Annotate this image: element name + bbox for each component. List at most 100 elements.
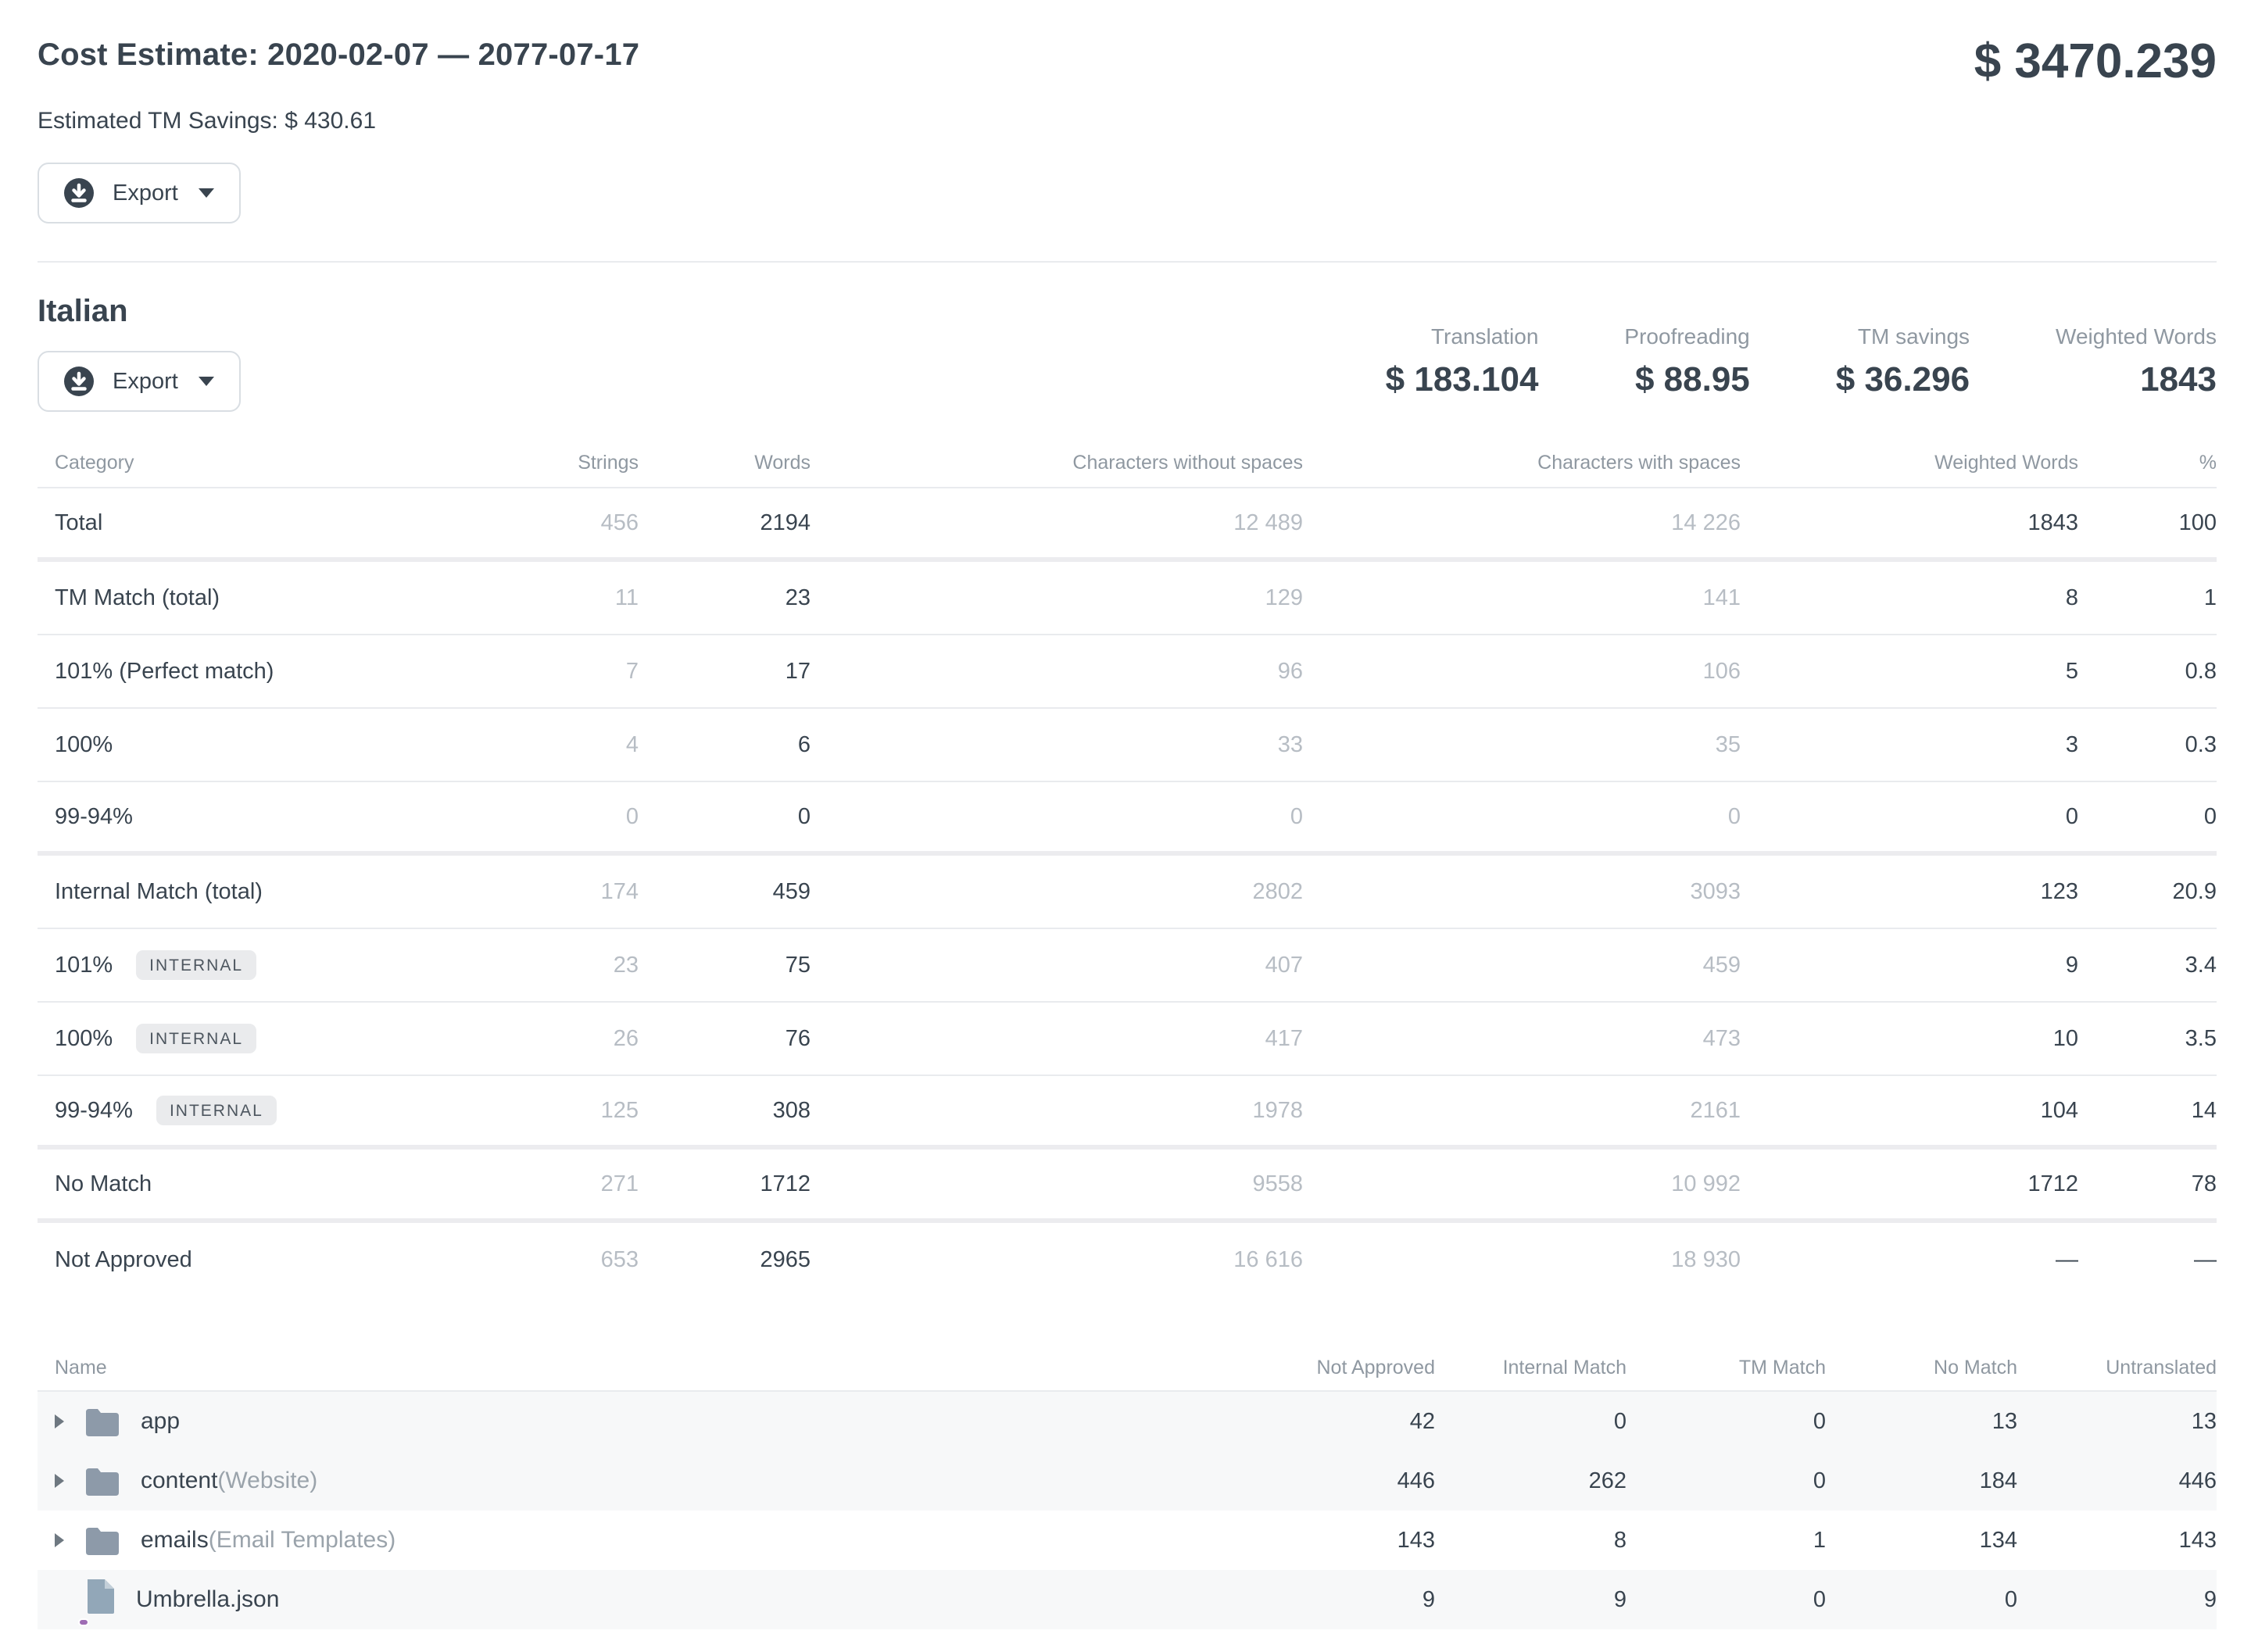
export-button-label: Export bbox=[113, 181, 178, 206]
file-tree-row[interactable]: emails(Email Templates) 143 8 1 134 143 bbox=[38, 1511, 2217, 1570]
strings-value: 11 bbox=[463, 585, 639, 611]
chars-with-spaces-value: 2161 bbox=[1303, 1098, 1741, 1124]
cost-estimate-header: Cost Estimate: 2020-02-07 — 2077-07-17 $… bbox=[38, 38, 2217, 86]
words-value: 2965 bbox=[639, 1247, 811, 1273]
chars-without-spaces-value: 9558 bbox=[811, 1171, 1303, 1197]
category-table-row: 99-94% INTERNAL 125 308 1978 2161 104 14 bbox=[38, 1076, 2217, 1150]
chars-without-spaces-value: 407 bbox=[811, 953, 1303, 978]
words-value: 2194 bbox=[639, 510, 811, 536]
chars-with-spaces-value: 459 bbox=[1303, 953, 1741, 978]
words-value: 23 bbox=[639, 585, 811, 611]
category-table-row: 100% INTERNAL 26 76 417 473 10 3.5 bbox=[38, 1003, 2217, 1076]
json-badge-label bbox=[78, 1618, 89, 1626]
percent-value: 14 bbox=[2078, 1098, 2217, 1124]
column-header-chars-with-spaces: Characters with spaces bbox=[1303, 452, 1741, 474]
chars-without-spaces-value: 129 bbox=[811, 585, 1303, 611]
category-table-row: 100% 4 6 33 35 3 0.3 bbox=[38, 709, 2217, 782]
words-value: 0 bbox=[639, 804, 811, 830]
column-header-chars-without-spaces: Characters without spaces bbox=[811, 452, 1303, 474]
chars-with-spaces-value: 141 bbox=[1303, 585, 1741, 611]
untranslated-value: 9 bbox=[2017, 1587, 2217, 1613]
language-stats: Translation $ 183.104 Proofreading $ 88.… bbox=[1386, 324, 2217, 399]
tm-match-value: 0 bbox=[1627, 1468, 1826, 1494]
percent-value: 0 bbox=[2078, 804, 2217, 830]
no-match-value: 0 bbox=[1826, 1587, 2017, 1613]
weighted-words-value: 1843 bbox=[1741, 510, 2078, 536]
percent-value: 3.4 bbox=[2078, 953, 2217, 978]
chars-without-spaces-value: 12 489 bbox=[811, 510, 1303, 536]
category-table-row: TM Match (total) 11 23 129 141 8 1 bbox=[38, 562, 2217, 635]
category-label: 101% (Perfect match) bbox=[55, 659, 274, 685]
category-label: No Match bbox=[55, 1171, 152, 1197]
category-label: 99-94% bbox=[55, 804, 133, 830]
folder-icon bbox=[84, 1407, 120, 1436]
weighted-words-value: 8 bbox=[1741, 585, 2078, 611]
tree-expander-icon[interactable] bbox=[55, 1474, 64, 1488]
file-name: Umbrella.json bbox=[136, 1586, 279, 1613]
chars-without-spaces-value: 1978 bbox=[811, 1098, 1303, 1124]
json-file-icon bbox=[84, 1578, 116, 1622]
export-button-language[interactable]: Export bbox=[38, 351, 241, 412]
words-value: 459 bbox=[639, 879, 811, 905]
internal-badge: INTERNAL bbox=[136, 950, 256, 980]
file-name: content bbox=[141, 1468, 217, 1494]
internal-match-value: 262 bbox=[1435, 1468, 1627, 1494]
column-header-no-match: No Match bbox=[1826, 1357, 2017, 1379]
internal-badge: INTERNAL bbox=[136, 1024, 256, 1053]
download-icon bbox=[64, 178, 94, 208]
tm-match-value: 1 bbox=[1627, 1528, 1826, 1554]
chars-with-spaces-value: 35 bbox=[1303, 732, 1741, 758]
folder-icon bbox=[84, 1526, 120, 1555]
percent-value: 78 bbox=[2078, 1171, 2217, 1197]
category-table-row: Not Approved 653 2965 16 616 18 930 — — bbox=[38, 1223, 2217, 1296]
stat-proofreading: Proofreading $ 88.95 bbox=[1624, 324, 1749, 399]
language-section-head: Italian Export Translation $ 183.104 Pro… bbox=[38, 294, 2217, 412]
file-tree-row[interactable]: Umbrella.json 9 9 0 0 9 bbox=[38, 1570, 2217, 1629]
untranslated-value: 143 bbox=[2017, 1528, 2217, 1554]
caret-down-icon bbox=[199, 377, 214, 386]
column-header-weighted-words: Weighted Words bbox=[1741, 452, 2078, 474]
chars-without-spaces-value: 417 bbox=[811, 1026, 1303, 1052]
weighted-words-value: 1712 bbox=[1741, 1171, 2078, 1197]
stat-label: Translation bbox=[1386, 324, 1539, 349]
strings-value: 653 bbox=[463, 1247, 639, 1273]
no-match-value: 134 bbox=[1826, 1528, 2017, 1554]
chars-with-spaces-value: 106 bbox=[1303, 659, 1741, 685]
language-title: Italian bbox=[38, 294, 241, 329]
category-label: TM Match (total) bbox=[55, 585, 220, 611]
words-value: 75 bbox=[639, 953, 811, 978]
category-label: 100% bbox=[55, 1026, 113, 1052]
category-table-row: Internal Match (total) 174 459 2802 3093… bbox=[38, 856, 2217, 929]
file-tree-row[interactable]: content(Website) 446 262 0 184 446 bbox=[38, 1451, 2217, 1511]
percent-value: 1 bbox=[2078, 585, 2217, 611]
category-label: 100% bbox=[55, 732, 113, 758]
strings-value: 4 bbox=[463, 732, 639, 758]
category-table-row: Total 456 2194 12 489 14 226 1843 100 bbox=[38, 488, 2217, 562]
tree-expander-icon[interactable] bbox=[55, 1414, 64, 1429]
percent-value: — bbox=[2078, 1247, 2217, 1273]
not-approved-value: 9 bbox=[1244, 1587, 1435, 1613]
not-approved-value: 42 bbox=[1244, 1409, 1435, 1435]
category-table-row: 101% (Perfect match) 7 17 96 106 5 0.8 bbox=[38, 635, 2217, 709]
percent-value: 0.3 bbox=[2078, 732, 2217, 758]
stat-label: TM savings bbox=[1836, 324, 1970, 349]
internal-match-value: 0 bbox=[1435, 1409, 1627, 1435]
stat-value: $ 183.104 bbox=[1386, 360, 1539, 399]
file-tree-row[interactable]: app 42 0 0 13 13 bbox=[38, 1392, 2217, 1451]
weighted-words-value: 5 bbox=[1741, 659, 2078, 685]
tree-expander-icon[interactable] bbox=[55, 1533, 64, 1547]
stat-translation: Translation $ 183.104 bbox=[1386, 324, 1539, 399]
category-label: 101% bbox=[55, 953, 113, 978]
export-button-global[interactable]: Export bbox=[38, 163, 241, 223]
stat-label: Weighted Words bbox=[2056, 324, 2217, 349]
weighted-words-value: 123 bbox=[1741, 879, 2078, 905]
category-table-row: 101% INTERNAL 23 75 407 459 9 3.4 bbox=[38, 929, 2217, 1003]
category-table-row: 99-94% 0 0 0 0 0 0 bbox=[38, 782, 2217, 856]
strings-value: 456 bbox=[463, 510, 639, 536]
page-title: Cost Estimate: 2020-02-07 — 2077-07-17 bbox=[38, 38, 639, 73]
files-table-body: app 42 0 0 13 13 content(Website) 446 26… bbox=[38, 1392, 2217, 1629]
strings-value: 7 bbox=[463, 659, 639, 685]
column-header-untranslated: Untranslated bbox=[2017, 1357, 2217, 1379]
strings-value: 174 bbox=[463, 879, 639, 905]
weighted-words-value: 3 bbox=[1741, 732, 2078, 758]
